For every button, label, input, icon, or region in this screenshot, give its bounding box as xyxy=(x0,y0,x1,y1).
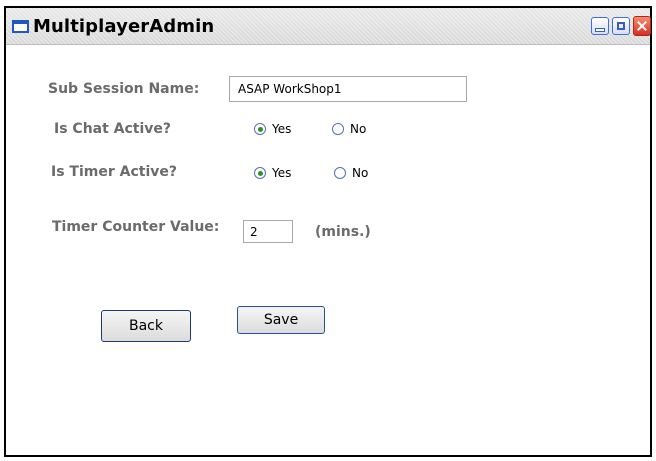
chat-active-yes-option[interactable]: Yes xyxy=(254,122,291,136)
window-controls xyxy=(591,8,651,44)
chat-active-no-option[interactable]: No xyxy=(332,122,366,136)
chat-yes-label: Yes xyxy=(272,122,292,136)
timer-active-label: Is Timer Active? xyxy=(51,164,177,180)
timer-yes-label: Yes xyxy=(272,166,292,180)
sub-session-name-input[interactable]: ASAP WorkShop1 xyxy=(229,76,467,102)
timer-counter-input[interactable]: 2 xyxy=(243,220,293,243)
timer-counter-label: Timer Counter Value: xyxy=(52,219,220,235)
back-button[interactable]: Back xyxy=(101,310,191,342)
timer-no-radio[interactable] xyxy=(334,167,346,179)
chat-no-label: No xyxy=(350,122,367,136)
timer-active-yes-option[interactable]: Yes xyxy=(254,166,291,180)
maximize-icon xyxy=(617,22,625,30)
close-button[interactable] xyxy=(633,16,651,36)
chat-yes-radio[interactable] xyxy=(254,123,266,135)
timer-units-label: (mins.) xyxy=(315,224,371,240)
title-bar[interactable]: MultiplayerAdmin xyxy=(6,8,651,45)
maximize-button[interactable] xyxy=(612,17,630,35)
chat-active-label: Is Chat Active? xyxy=(54,121,172,137)
chat-no-radio[interactable] xyxy=(332,123,344,135)
app-window: MultiplayerAdmin Sub Session Name: ASAP … xyxy=(4,6,652,457)
save-button[interactable]: Save xyxy=(237,306,325,334)
minimize-button[interactable] xyxy=(591,17,609,35)
window-app-icon xyxy=(12,19,29,33)
minimize-icon xyxy=(595,28,605,32)
timer-yes-radio[interactable] xyxy=(254,167,266,179)
sub-session-name-label: Sub Session Name: xyxy=(48,81,200,97)
window-title: MultiplayerAdmin xyxy=(33,15,215,37)
timer-no-label: No xyxy=(352,166,369,180)
timer-active-no-option[interactable]: No xyxy=(334,166,368,180)
